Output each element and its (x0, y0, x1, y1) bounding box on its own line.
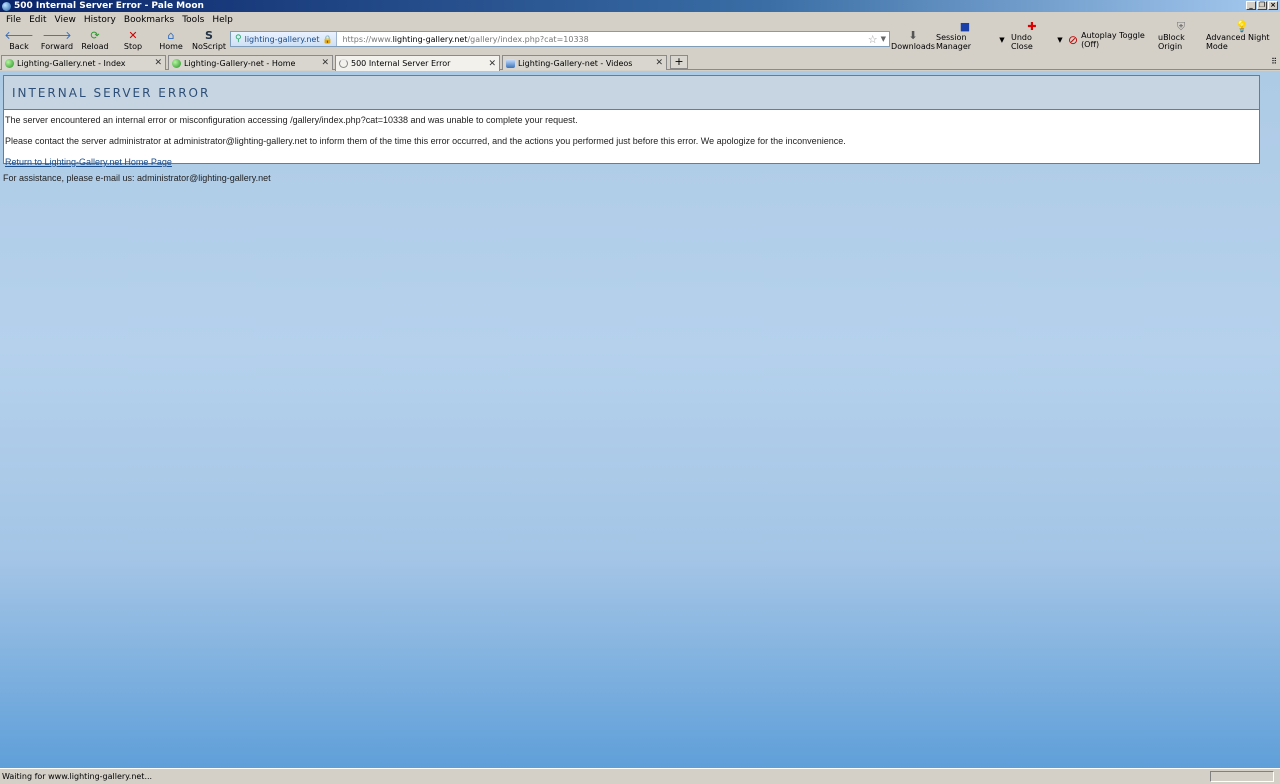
address-bar[interactable]: ⚲ lighting-gallery.net 🔒 https://www.lig… (230, 31, 890, 47)
tab-label: 500 Internal Server Error (351, 59, 451, 68)
session-manager-dropdown[interactable]: ▼ (997, 27, 1007, 53)
menu-file[interactable]: File (2, 15, 25, 25)
window-controls: _ ❐ × (1246, 1, 1278, 10)
home-icon: ⌂ (167, 29, 175, 42)
tab-index[interactable]: Lighting-Gallery.net - Index ✕ (1, 55, 166, 70)
tab-home[interactable]: Lighting-Gallery-net - Home ✕ (168, 55, 333, 70)
forward-button[interactable]: 🡒 Forward (40, 27, 74, 53)
ublock-shield-icon: ⛨ (1176, 20, 1186, 33)
new-tab-button[interactable]: + (670, 55, 688, 69)
minimize-button[interactable]: _ (1246, 1, 1256, 10)
status-progress-panel (1210, 771, 1274, 782)
stop-label: Stop (123, 42, 143, 51)
downloads-icon: ⬇ (908, 29, 918, 42)
site-favicon-icon (506, 58, 515, 68)
forward-label: Forward (40, 42, 74, 51)
url-host: lighting-gallery.net (392, 34, 468, 44)
light-bulb-icon: 💡 (1235, 20, 1249, 33)
pale-moon-icon (2, 1, 11, 11)
error-box: INTERNAL SERVER ERROR The server encount… (3, 75, 1260, 167)
session-manager-button[interactable]: ■ Session Manager (936, 21, 994, 53)
page-content: INTERNAL SERVER ERROR The server encount… (0, 71, 1280, 768)
tab-videos[interactable]: Lighting-Gallery-net - Videos ✕ (502, 55, 667, 70)
chevron-down-icon: ▼ (999, 36, 1005, 44)
stop-button[interactable]: ✕ Stop (120, 27, 146, 53)
status-text: Waiting for www.lighting-gallery.net... (2, 772, 153, 781)
plus-icon: + (674, 55, 684, 68)
close-tab-icon[interactable]: ✕ (488, 59, 496, 69)
ublock-label: uBlock Origin (1158, 33, 1185, 51)
session-manager-label: Session Manager (936, 33, 972, 51)
night-mode-label: Advanced Night Mode (1206, 33, 1270, 51)
status-bar: Waiting for www.lighting-gallery.net... (0, 768, 1280, 784)
return-home-link[interactable]: Return to Lighting-Gallery.net Home Page (5, 157, 172, 167)
bookmark-star-icon[interactable]: ☆ (868, 33, 878, 46)
navigation-toolbar: 🡐 Back 🡒 Forward ⟳ Reload ✕ Stop ⌂ Home … (0, 21, 1280, 53)
grid-icon: ⠿ (1271, 57, 1277, 66)
menu-history[interactable]: History (80, 15, 120, 25)
reload-button[interactable]: ⟳ Reload (80, 27, 110, 53)
site-identity-button[interactable]: ⚲ lighting-gallery.net 🔒 (231, 32, 338, 46)
menu-tools[interactable]: Tools (178, 15, 208, 25)
tab-bar: Lighting-Gallery.net - Index ✕ Lighting-… (0, 54, 1280, 71)
window-title: 500 Internal Server Error - Pale Moon (14, 1, 204, 11)
close-window-button[interactable]: × (1268, 1, 1278, 10)
noscript-icon: S (205, 29, 213, 42)
home-label: Home (159, 42, 183, 51)
site-identity-icon: ⚲ (235, 34, 242, 44)
night-mode-button[interactable]: 💡 Advanced Night Mode (1206, 21, 1278, 53)
error-heading: INTERNAL SERVER ERROR (12, 85, 211, 100)
undo-close-dropdown[interactable]: ▼ (1055, 27, 1065, 53)
error-message: The server encountered an internal error… (5, 115, 578, 125)
back-button[interactable]: 🡐 Back (4, 27, 34, 53)
url-prefix: https://www. (342, 34, 393, 44)
menu-help[interactable]: Help (208, 15, 237, 25)
downloads-label: Downloads (891, 42, 935, 51)
close-tab-icon[interactable]: ✕ (655, 58, 663, 68)
noscript-button[interactable]: S NoScript (192, 27, 226, 53)
restore-button[interactable]: ❐ (1257, 1, 1267, 10)
close-tab-icon[interactable]: ✕ (321, 58, 329, 68)
reload-label: Reload (81, 42, 109, 51)
menu-view[interactable]: View (51, 15, 80, 25)
url-input[interactable]: https://www.lighting-gallery.net/gallery… (337, 35, 867, 44)
autoplay-toggle-button[interactable]: ⊘ Autoplay Toggle (Off) (1068, 27, 1156, 53)
url-path: /gallery/index.php?cat=10338 (467, 34, 589, 44)
home-button[interactable]: ⌂ Home (158, 27, 184, 53)
tab-label: Lighting-Gallery.net - Index (17, 58, 126, 68)
site-favicon-icon (172, 58, 181, 68)
site-favicon-icon (5, 58, 14, 68)
assistance-text: For assistance, please e-mail us: admini… (3, 173, 271, 183)
window-title-bar[interactable]: 500 Internal Server Error - Pale Moon _ … (0, 0, 1280, 12)
loading-spinner-icon (339, 59, 348, 68)
menu-edit[interactable]: Edit (25, 15, 50, 25)
forward-arrow-icon: 🡒 (42, 29, 72, 42)
lock-icon: 🔒 (322, 34, 333, 44)
autoplay-label: Autoplay Toggle (Off) (1081, 31, 1145, 49)
undo-close-button[interactable]: ✚ Undo Close (1011, 21, 1053, 53)
tab-label: Lighting-Gallery-net - Home (184, 58, 296, 68)
back-arrow-icon: 🡐 (4, 29, 34, 42)
tab-error-active[interactable]: 500 Internal Server Error ✕ (335, 55, 500, 71)
site-identity-label: lighting-gallery.net (244, 34, 320, 44)
autoplay-off-icon: ⊘ (1068, 33, 1079, 47)
reload-icon: ⟳ (90, 29, 100, 42)
floppy-disk-icon: ■ (959, 20, 971, 33)
ublock-origin-button[interactable]: ⛨ uBlock Origin (1158, 21, 1204, 53)
url-dropdown-icon[interactable]: ▼ (881, 35, 886, 43)
undo-close-icon: ✚ (1027, 20, 1037, 33)
menu-bookmarks[interactable]: Bookmarks (120, 15, 178, 25)
chevron-down-icon: ▼ (1057, 36, 1063, 44)
list-all-tabs-button[interactable]: ⠿ (1271, 57, 1277, 66)
back-label: Back (9, 42, 29, 51)
tab-label: Lighting-Gallery-net - Videos (518, 58, 633, 68)
noscript-label: NoScript (191, 42, 227, 51)
close-tab-icon[interactable]: ✕ (154, 58, 162, 68)
menu-bar: File Edit View History Bookmarks Tools H… (0, 13, 1280, 26)
stop-icon: ✕ (128, 29, 138, 42)
contact-message: Please contact the server administrator … (5, 136, 846, 146)
downloads-button[interactable]: ⬇ Downloads (891, 27, 935, 53)
undo-close-label: Undo Close (1011, 33, 1033, 51)
error-heading-bar: INTERNAL SERVER ERROR (4, 76, 1259, 110)
